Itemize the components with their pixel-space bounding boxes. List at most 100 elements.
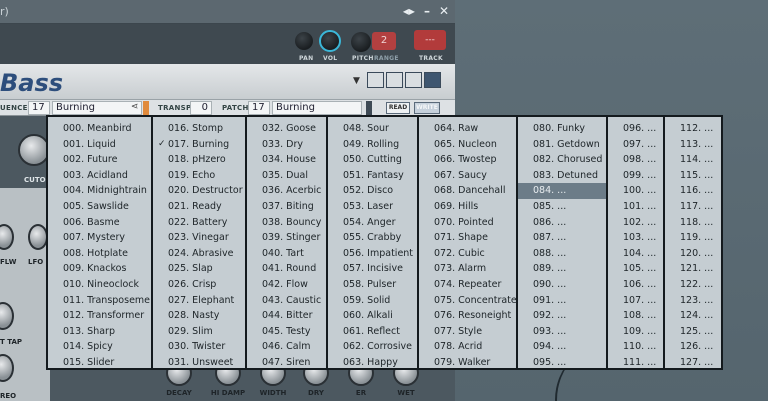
menu-item[interactable]: 037. Biting: [247, 199, 326, 215]
menu-item[interactable]: 047. Siren: [247, 355, 326, 371]
menu-item[interactable]: 019. Echo: [153, 168, 245, 184]
menu-item[interactable]: 051. Fantasy: [328, 168, 417, 184]
menu-item[interactable]: 001. Liquid: [48, 137, 151, 153]
menu-item[interactable]: 013. Sharp: [48, 324, 151, 340]
menu-item[interactable]: 025. Slap: [153, 261, 245, 277]
menu-item[interactable]: 105. ...: [608, 261, 663, 277]
patch-name[interactable]: Burning: [272, 101, 362, 115]
pan-knob[interactable]: [295, 32, 313, 50]
menu-item[interactable]: 020. Destructor: [153, 183, 245, 199]
menu-item[interactable]: 127. ...: [665, 355, 721, 371]
menu-item[interactable]: 053. Laser: [328, 199, 417, 215]
sequence-name[interactable]: Burning: [52, 101, 142, 115]
menu-item[interactable]: 089. ...: [518, 261, 606, 277]
menu-item[interactable]: 000. Meanbird: [48, 121, 151, 137]
menu-item[interactable]: 002. Future: [48, 152, 151, 168]
menu-item[interactable]: 113. ...: [665, 137, 721, 153]
menu-item[interactable]: 046. Calm: [247, 339, 326, 355]
menu-item[interactable]: 029. Slim: [153, 324, 245, 340]
menu-item[interactable]: 022. Battery: [153, 215, 245, 231]
menu-item[interactable]: 075. Concentrate: [419, 293, 517, 309]
close-icon[interactable]: ✕: [439, 4, 449, 18]
lfo-knob[interactable]: [28, 224, 48, 250]
minimize-icon[interactable]: –: [424, 4, 430, 18]
menu-item[interactable]: 006. Basme: [48, 215, 151, 231]
menu-item[interactable]: 097. ...: [608, 137, 663, 153]
menu-item[interactable]: 027. Elephant: [153, 293, 245, 309]
menu-item[interactable]: 091. ...: [518, 293, 606, 309]
write-button[interactable]: WRITE: [414, 102, 440, 114]
menu-item[interactable]: 120. ...: [665, 246, 721, 262]
menu-item[interactable]: 071. Shape: [419, 230, 516, 246]
menu-item[interactable]: 050. Cutting: [328, 152, 417, 168]
menu-item[interactable]: 065. Nucleon: [419, 137, 516, 153]
menu-item[interactable]: 028. Nasty: [153, 308, 245, 324]
menu-item[interactable]: 094. ...: [518, 339, 606, 355]
menu-item[interactable]: 078. Acrid: [419, 339, 516, 355]
menu-item[interactable]: 014. Spicy: [48, 339, 151, 355]
share-icon[interactable]: ⋖: [131, 102, 139, 112]
menu-item[interactable]: 100. ...: [608, 183, 663, 199]
menu-item[interactable]: 088. ...: [518, 246, 606, 262]
menu-item[interactable]: 122. ...: [665, 277, 721, 293]
layout-button-1[interactable]: [367, 72, 384, 88]
menu-item[interactable]: 003. Acidland: [48, 168, 151, 184]
menu-item[interactable]: 084. ...: [518, 183, 606, 199]
menu-item[interactable]: 079. Walker: [419, 355, 516, 371]
menu-item[interactable]: 080. Funky: [518, 121, 606, 137]
menu-item[interactable]: 086. ...: [518, 215, 606, 231]
menu-item[interactable]: 036. Acerbic: [247, 183, 326, 199]
menu-item[interactable]: 059. Solid: [328, 293, 417, 309]
menu-item[interactable]: 054. Anger: [328, 215, 417, 231]
menu-item[interactable]: 058. Pulser: [328, 277, 417, 293]
menu-item[interactable]: 069. Hills: [419, 199, 516, 215]
menu-item[interactable]: 015. Slider: [48, 355, 151, 371]
menu-item[interactable]: 016. Stomp: [153, 121, 245, 137]
menu-item[interactable]: 108. ...: [608, 308, 663, 324]
menu-item[interactable]: 039. Stinger: [247, 230, 326, 246]
menu-item[interactable]: 085. ...: [518, 199, 606, 215]
menu-item[interactable]: 083. Detuned: [518, 168, 606, 184]
menu-item[interactable]: 018. pHzero: [153, 152, 245, 168]
menu-item[interactable]: 092. ...: [518, 308, 606, 324]
menu-item[interactable]: 032. Goose: [247, 121, 326, 137]
menu-item[interactable]: 009. Knackos: [48, 261, 151, 277]
layout-button-3[interactable]: [405, 72, 422, 88]
menu-item[interactable]: 049. Rolling: [328, 137, 417, 153]
menu-item[interactable]: 103. ...: [608, 230, 663, 246]
sequence-number[interactable]: 17: [28, 101, 50, 115]
menu-item[interactable]: 115. ...: [665, 168, 721, 184]
volume-knob[interactable]: [319, 30, 341, 52]
menu-item[interactable]: 012. Transformer: [48, 308, 151, 324]
menu-item[interactable]: 109. ...: [608, 324, 663, 340]
menu-item[interactable]: 119. ...: [665, 230, 721, 246]
menu-item[interactable]: 007. Mystery: [48, 230, 151, 246]
menu-item[interactable]: 111. ...: [608, 355, 663, 371]
menu-item[interactable]: 034. House: [247, 152, 326, 168]
menu-item[interactable]: 104. ...: [608, 246, 663, 262]
menu-item[interactable]: 107. ...: [608, 293, 663, 309]
menu-item[interactable]: 125. ...: [665, 324, 721, 340]
menu-item[interactable]: 057. Incisive: [328, 261, 417, 277]
menu-item[interactable]: 110. ...: [608, 339, 663, 355]
menu-item[interactable]: 124. ...: [665, 308, 721, 324]
menu-item[interactable]: 076. Resoneight: [419, 308, 516, 324]
menu-item[interactable]: 062. Corrosive: [328, 339, 417, 355]
menu-item[interactable]: 101. ...: [608, 199, 663, 215]
menu-item[interactable]: 070. Pointed: [419, 215, 516, 231]
menu-item[interactable]: 005. Sawslide: [48, 199, 151, 215]
arrows-icon[interactable]: ◂▸: [403, 4, 415, 18]
menu-item[interactable]: 067. Saucy: [419, 168, 516, 184]
menu-item[interactable]: 026. Crisp: [153, 277, 245, 293]
menu-item[interactable]: 061. Reflect: [328, 324, 417, 340]
transp-value[interactable]: 0: [190, 101, 212, 115]
menu-item[interactable]: 099. ...: [608, 168, 663, 184]
menu-item[interactable]: 056. Impatient: [328, 246, 417, 262]
menu-item[interactable]: 102. ...: [608, 215, 663, 231]
read-button[interactable]: READ: [386, 102, 410, 114]
layout-button-4[interactable]: [424, 72, 441, 88]
menu-item[interactable]: 040. Tart: [247, 246, 326, 262]
menu-item[interactable]: 004. Midnightrain: [48, 183, 151, 199]
menu-item[interactable]: 048. Sour: [328, 121, 417, 137]
menu-item[interactable]: 044. Bitter: [247, 308, 326, 324]
